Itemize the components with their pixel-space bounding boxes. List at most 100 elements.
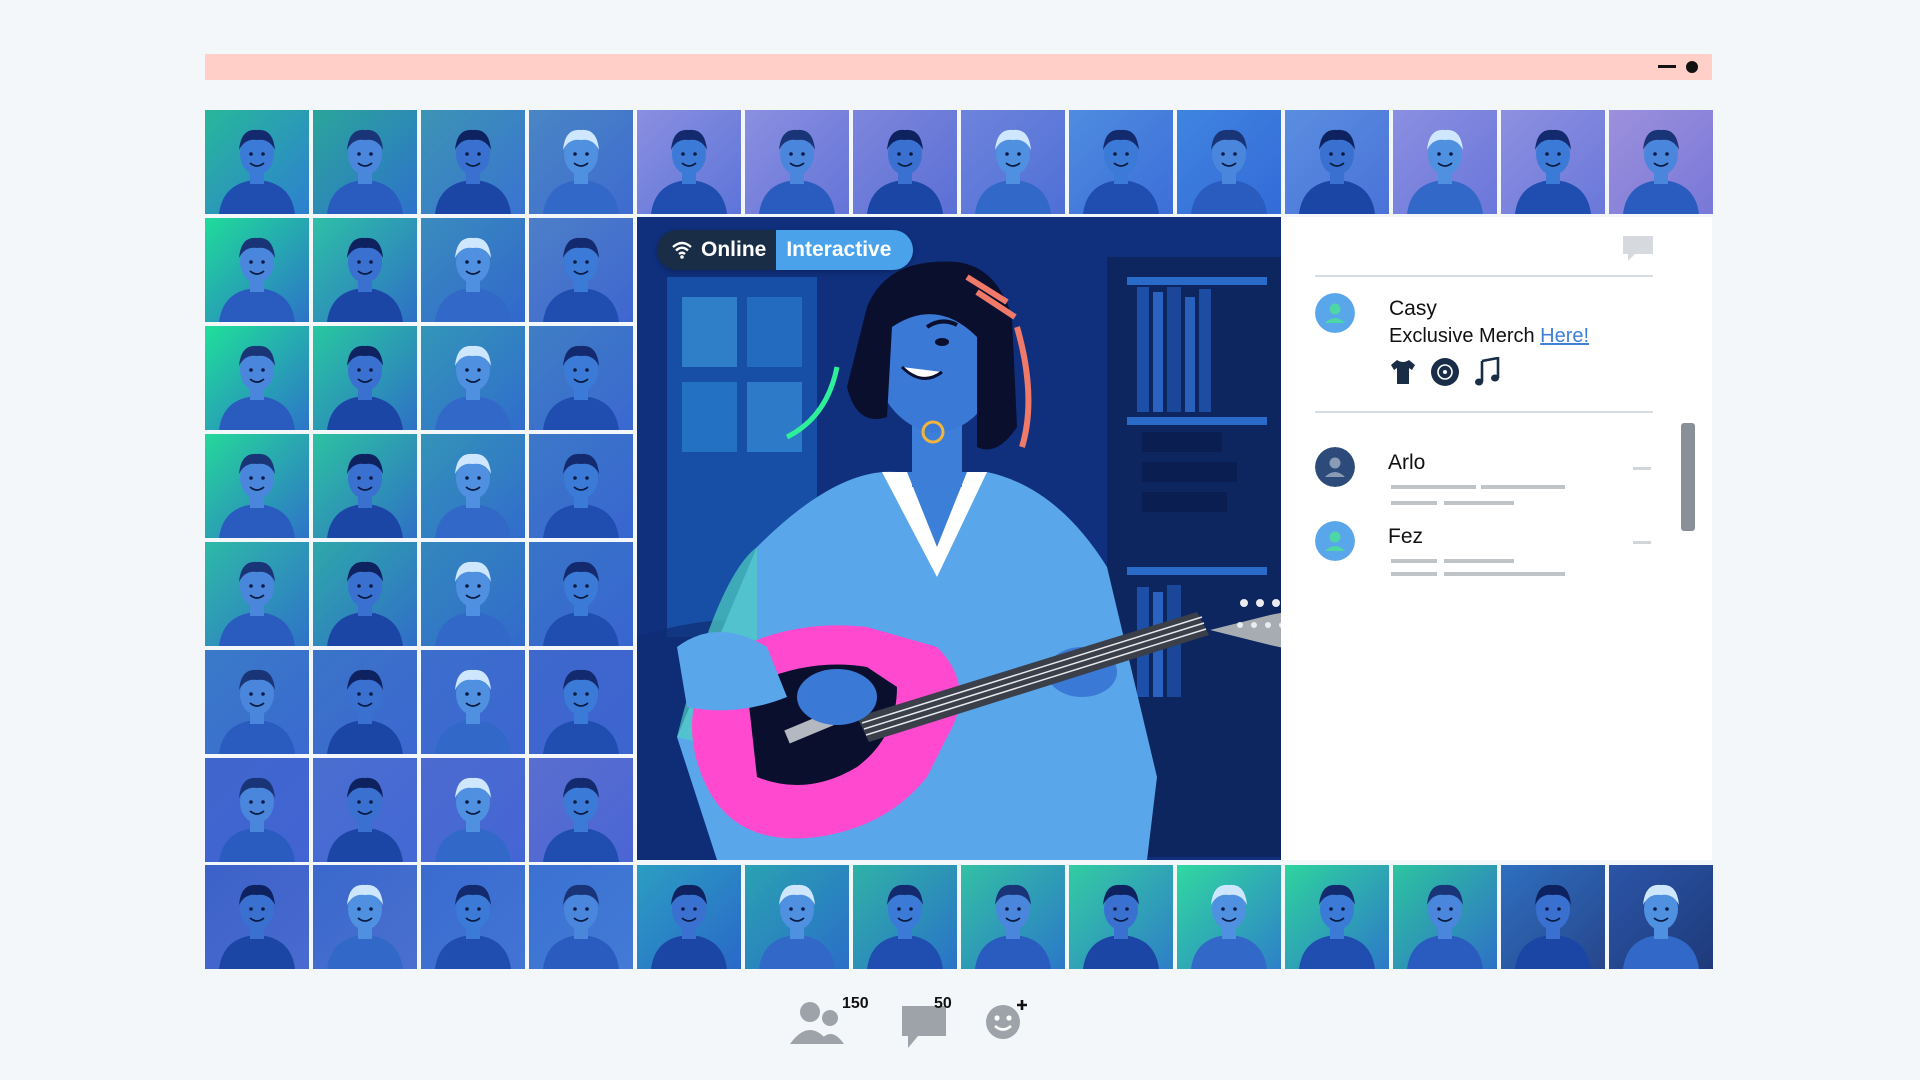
participant-tile[interactable]	[205, 218, 309, 322]
participant-tile[interactable]	[1393, 865, 1497, 969]
participant-avatar-illustration	[1501, 865, 1605, 969]
participant-tile[interactable]	[421, 434, 525, 538]
performer-illustration	[637, 217, 1281, 860]
participant-tile[interactable]	[1501, 110, 1605, 214]
minimize-icon[interactable]	[1658, 65, 1676, 68]
participant-tile[interactable]	[529, 865, 633, 969]
participant-tile[interactable]	[421, 865, 525, 969]
participant-avatar-illustration	[421, 218, 525, 322]
participant-avatar-illustration	[529, 865, 633, 969]
participant-tile[interactable]	[205, 650, 309, 754]
participant-tile[interactable]	[205, 326, 309, 430]
participant-tile[interactable]	[205, 434, 309, 538]
participant-tile[interactable]	[1069, 865, 1173, 969]
participant-avatar-illustration	[421, 542, 525, 646]
participant-tile[interactable]	[637, 865, 741, 969]
participant-tile[interactable]	[421, 758, 525, 862]
participant-tile[interactable]	[1285, 110, 1389, 214]
online-status: Online	[657, 230, 777, 270]
messages-button[interactable]: 50	[900, 995, 980, 1048]
wifi-icon	[672, 241, 692, 259]
participant-avatar-illustration	[637, 110, 741, 214]
participant-tile[interactable]	[529, 542, 633, 646]
participant-tile[interactable]	[313, 110, 417, 214]
avatar-icon[interactable]	[1315, 293, 1355, 333]
avatar-icon[interactable]	[1315, 447, 1355, 487]
participant-tile[interactable]	[1609, 110, 1713, 214]
message-menu-icon[interactable]	[1633, 541, 1651, 544]
participant-tile[interactable]	[1069, 110, 1173, 214]
pinned-message-author: Casy	[1389, 297, 1437, 320]
participant-tile[interactable]	[313, 542, 417, 646]
participants-count: 150	[842, 995, 869, 1012]
participant-tile[interactable]	[529, 434, 633, 538]
participant-avatar-illustration	[1285, 865, 1389, 969]
participant-avatar-illustration	[205, 434, 309, 538]
participant-tile[interactable]	[529, 110, 633, 214]
chat-divider	[1315, 411, 1653, 413]
vinyl-record-icon[interactable]	[1430, 357, 1460, 387]
chat-scrollbar[interactable]	[1681, 423, 1695, 531]
participant-tile[interactable]	[961, 865, 1065, 969]
participant-avatar-illustration	[313, 542, 417, 646]
participant-tile[interactable]	[1177, 865, 1281, 969]
interactive-label: Interactive	[786, 238, 892, 261]
participant-tile[interactable]	[529, 758, 633, 862]
participant-tile[interactable]	[313, 218, 417, 322]
participants-icon	[790, 1002, 844, 1044]
participant-avatar-illustration	[529, 434, 633, 538]
participant-tile[interactable]	[421, 650, 525, 754]
tshirt-icon[interactable]	[1388, 357, 1418, 387]
participant-tile[interactable]	[313, 865, 417, 969]
participant-tile[interactable]	[205, 865, 309, 969]
participant-avatar-illustration	[637, 865, 741, 969]
merch-link[interactable]: Here!	[1540, 325, 1589, 347]
close-icon[interactable]	[1686, 61, 1698, 73]
avatar-icon[interactable]	[1315, 521, 1355, 561]
participant-tile[interactable]	[421, 326, 525, 430]
participant-tile[interactable]	[421, 218, 525, 322]
participant-avatar-illustration	[1501, 110, 1605, 214]
participant-tile[interactable]	[313, 434, 417, 538]
message-placeholder-line	[1391, 572, 1437, 576]
participant-avatar-illustration	[1393, 110, 1497, 214]
message-menu-icon[interactable]	[1633, 467, 1651, 470]
participant-avatar-illustration	[421, 865, 525, 969]
participant-tile[interactable]	[529, 326, 633, 430]
participant-tile[interactable]	[313, 758, 417, 862]
participant-tile[interactable]	[745, 110, 849, 214]
add-reaction-button[interactable]	[985, 998, 1031, 1040]
participant-tile[interactable]	[313, 326, 417, 430]
participant-avatar-illustration	[1609, 865, 1713, 969]
participant-avatar-illustration	[421, 650, 525, 754]
participant-tile[interactable]	[421, 542, 525, 646]
participant-tile[interactable]	[529, 218, 633, 322]
participant-tile[interactable]	[313, 650, 417, 754]
participant-tile[interactable]	[529, 650, 633, 754]
participant-avatar-illustration	[205, 650, 309, 754]
participant-avatar-illustration	[313, 650, 417, 754]
messages-count: 50	[934, 995, 952, 1012]
participant-tile[interactable]	[1501, 865, 1605, 969]
participant-tile[interactable]	[205, 758, 309, 862]
participant-tile[interactable]	[205, 542, 309, 646]
participant-tile[interactable]	[637, 110, 741, 214]
chat-bubble-icon[interactable]	[1621, 234, 1655, 264]
participant-tile[interactable]	[1393, 110, 1497, 214]
message-placeholder-line	[1391, 485, 1476, 489]
participant-avatar-illustration	[853, 865, 957, 969]
participant-tile[interactable]	[205, 110, 309, 214]
participant-tile[interactable]	[1285, 865, 1389, 969]
participant-tile[interactable]	[853, 865, 957, 969]
main-stage-video[interactable]	[637, 217, 1281, 860]
participant-tile[interactable]	[961, 110, 1065, 214]
participant-avatar-illustration	[1177, 865, 1281, 969]
participants-button[interactable]: 150	[788, 990, 878, 1050]
participant-tile[interactable]	[853, 110, 957, 214]
participant-tile[interactable]	[1609, 865, 1713, 969]
participant-tile[interactable]	[421, 110, 525, 214]
music-note-icon[interactable]	[1472, 356, 1502, 387]
participant-tile[interactable]	[1177, 110, 1281, 214]
participant-avatar-illustration	[313, 865, 417, 969]
participant-tile[interactable]	[745, 865, 849, 969]
